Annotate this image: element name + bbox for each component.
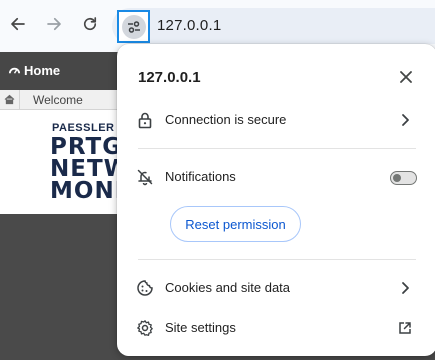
cookie-icon	[136, 279, 154, 297]
connection-label: Connection is secure	[165, 112, 287, 127]
url-text[interactable]: 127.0.0.1	[157, 17, 221, 34]
home-link[interactable]: Home	[8, 63, 60, 78]
connection-row[interactable]: Connection is secure	[117, 102, 435, 138]
toggle-knob	[393, 173, 401, 182]
back-button[interactable]	[6, 12, 30, 36]
arrow-right-icon	[47, 17, 61, 31]
logo-line-1: PRTG	[50, 134, 123, 160]
close-icon	[400, 71, 412, 83]
bell-off-icon	[136, 168, 154, 186]
open-in-new-icon	[397, 320, 413, 336]
site-info-popup: 127.0.0.1 Connection is secure Notificat…	[117, 44, 435, 356]
cookies-label: Cookies and site data	[165, 280, 291, 295]
gear-icon	[136, 319, 154, 337]
reload-button[interactable]	[78, 12, 102, 36]
site-info-button[interactable]	[117, 10, 150, 43]
lock-icon	[136, 111, 154, 129]
breadcrumb-home[interactable]	[0, 90, 20, 109]
reset-permission-button[interactable]: Reset permission	[170, 206, 301, 242]
reload-icon	[83, 17, 97, 31]
logo-brand: PAESSLER	[52, 122, 115, 134]
close-button[interactable]	[395, 66, 417, 88]
divider	[138, 259, 416, 260]
home-icon	[4, 94, 15, 105]
tune-icon	[127, 20, 140, 33]
notifications-row: Notifications	[117, 159, 435, 195]
forward-button[interactable]	[42, 12, 66, 36]
breadcrumb-label[interactable]: Welcome	[33, 93, 83, 107]
cookies-row[interactable]: Cookies and site data	[117, 270, 435, 306]
site-settings-label: Site settings	[165, 320, 236, 335]
chevron-right-icon	[397, 280, 413, 296]
divider	[138, 148, 416, 149]
home-label: Home	[24, 63, 61, 78]
arrow-left-icon	[11, 17, 25, 31]
notifications-label: Notifications	[165, 169, 236, 184]
site-settings-row[interactable]: Site settings	[117, 310, 435, 346]
chevron-right-icon	[397, 112, 413, 128]
dashboard-icon	[8, 67, 21, 74]
popup-title: 127.0.0.1	[138, 69, 201, 86]
notifications-toggle[interactable]	[390, 171, 417, 185]
